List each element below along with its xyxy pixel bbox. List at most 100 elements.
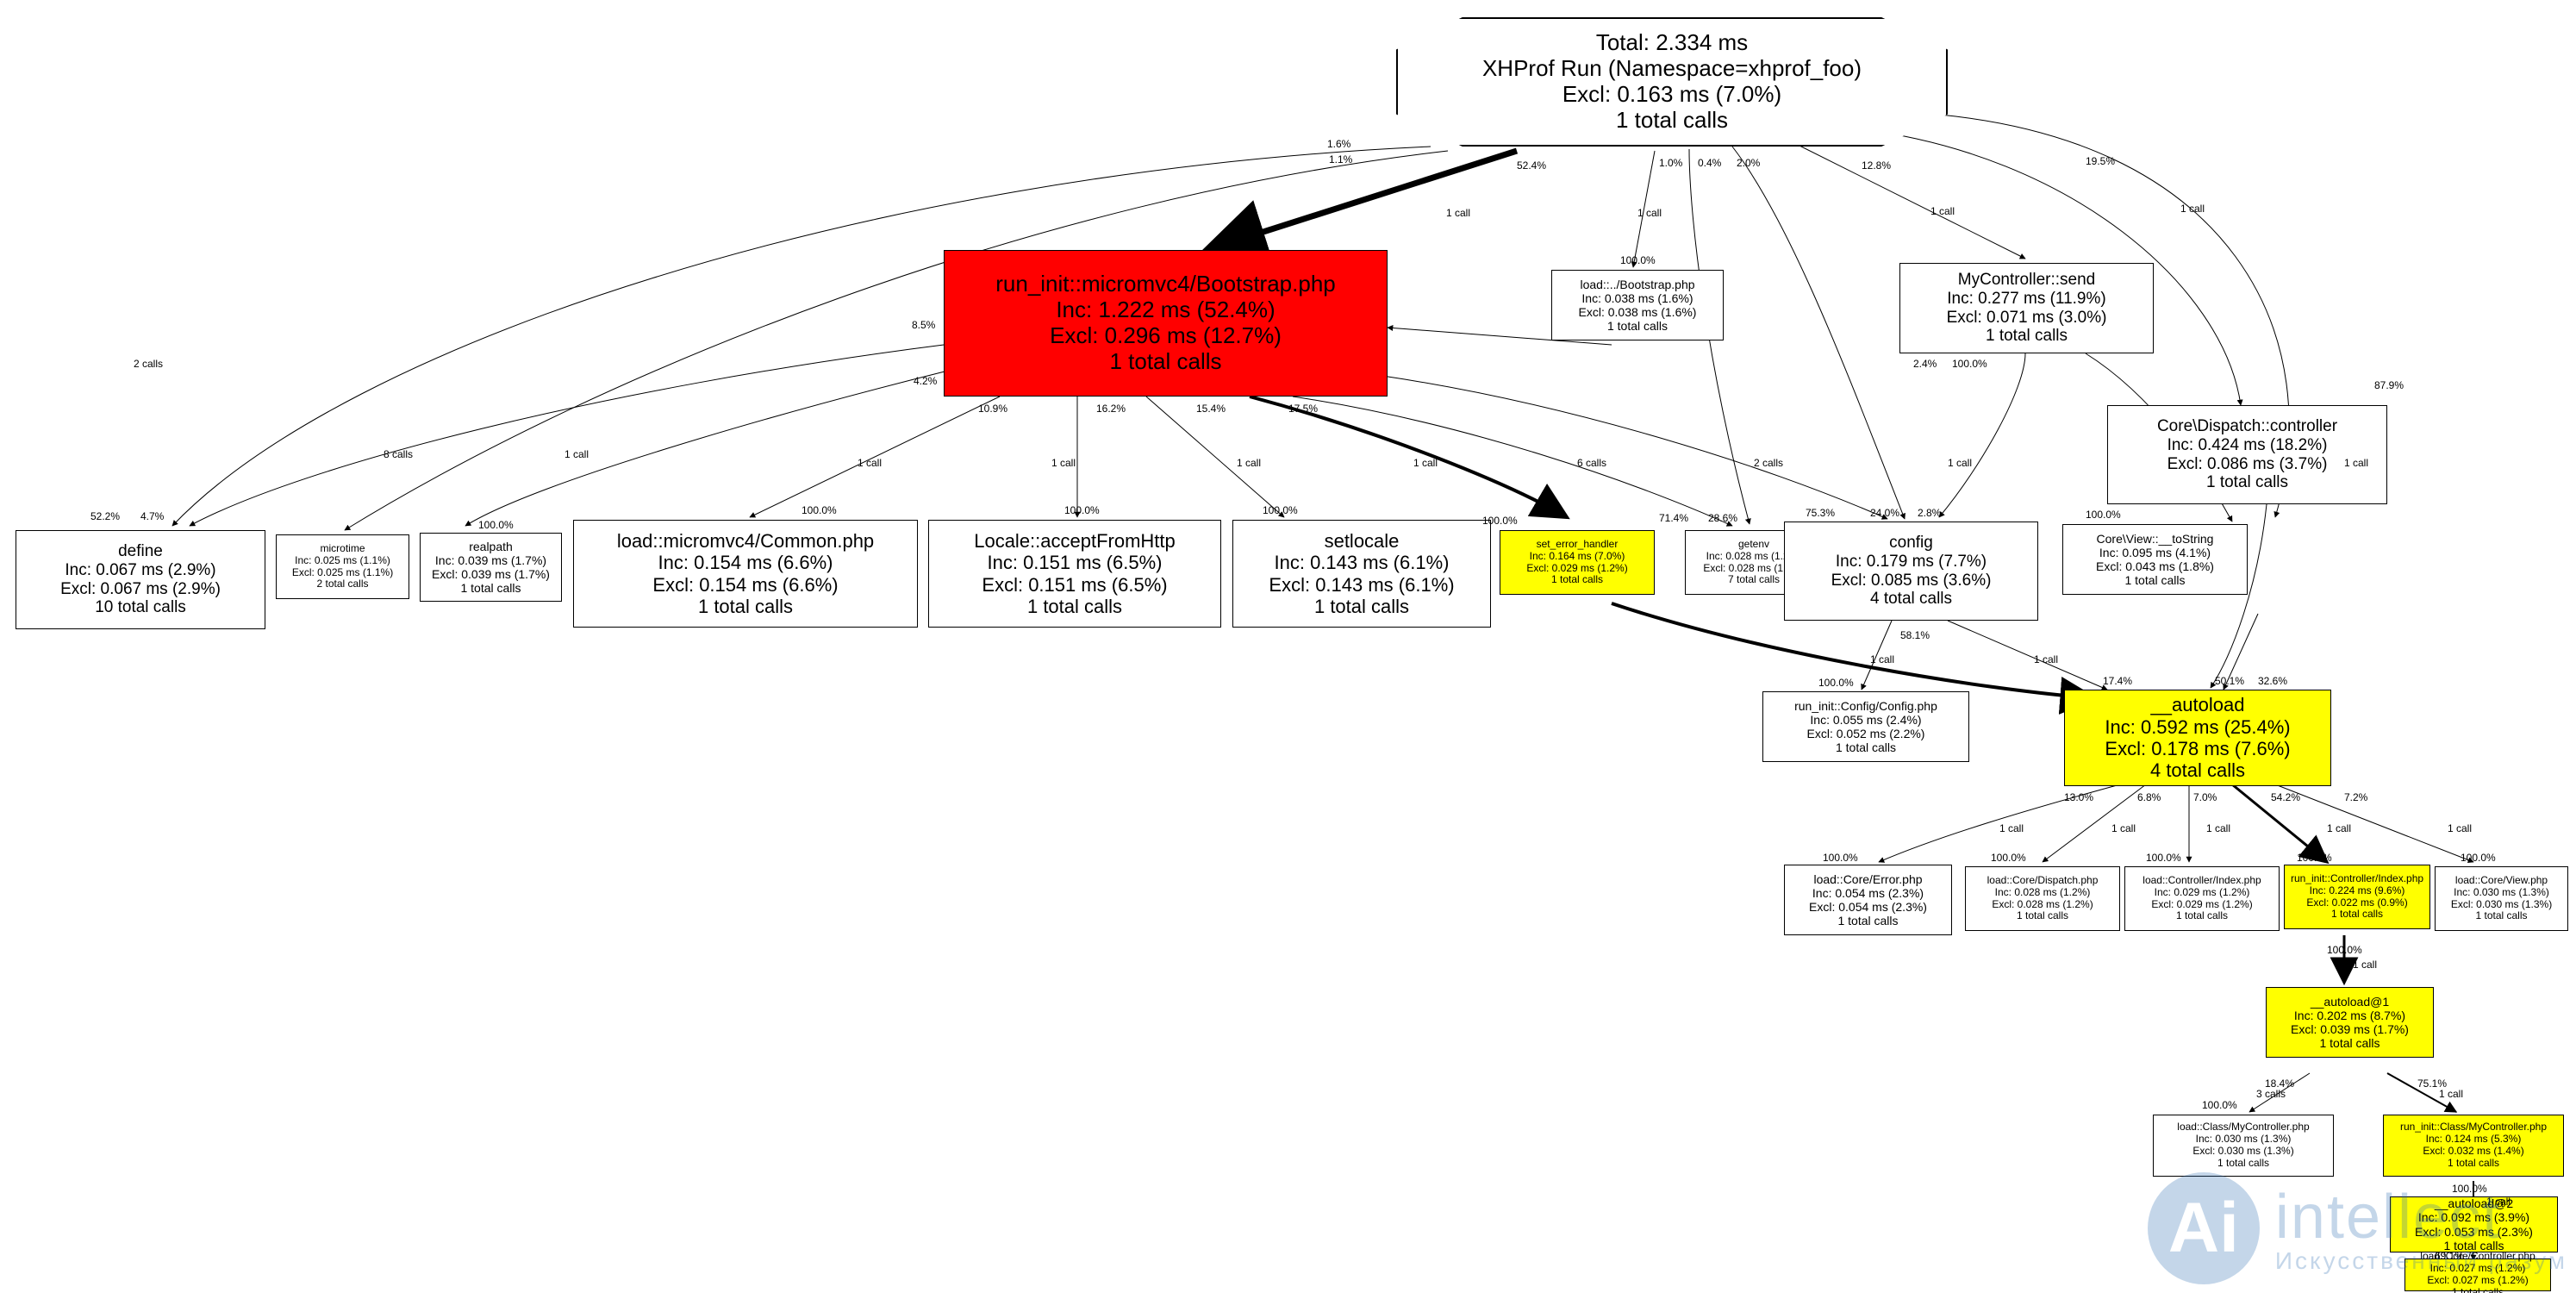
edge-label: 1 call	[1870, 653, 1894, 665]
bootstrap-node[interactable]: run_init::micromvc4/Bootstrap.php Inc: 1…	[944, 250, 1388, 397]
load-common-node[interactable]: load::micromvc4/Common.phpInc: 0.154 ms …	[573, 520, 918, 628]
autoload-node[interactable]: __autoloadInc: 0.592 ms (25.4%)Excl: 0.1…	[2064, 690, 2331, 786]
edge-label: 4.7%	[140, 510, 164, 522]
edge-label: 1 call	[2344, 457, 2368, 469]
edge-label: 1 call	[2439, 1088, 2463, 1100]
edge-label: 1 call	[858, 457, 882, 469]
edge-label: 1 call	[2206, 822, 2230, 834]
xhprof-callgraph: Total: 2.334 ms XHProf Run (Namespace=xh…	[0, 0, 2576, 1293]
watermark-icon: Ai	[2148, 1172, 2260, 1284]
edge-label: 1 call	[2034, 653, 2058, 665]
dispatch-controller-node[interactable]: Core\Dispatch::controller Inc: 0.424 ms …	[2107, 405, 2387, 504]
edge-label: 7.0%	[2193, 791, 2217, 803]
edge-label: 50.1%	[2215, 675, 2244, 687]
root-l2: XHProf Run (Namespace=xhprof_foo)	[1482, 56, 1862, 82]
locale-accept-node[interactable]: Locale::acceptFromHttpInc: 0.151 ms (6.5…	[928, 520, 1221, 628]
load-core-controller-node[interactable]: load::Core/Controller.phpInc: 0.027 ms (…	[2404, 1259, 2551, 1291]
edge-label: 1 call	[564, 448, 589, 460]
edge-label: 100.0%	[2202, 1099, 2237, 1111]
edge-label: 2 calls	[1754, 457, 1783, 469]
define-node[interactable]: defineInc: 0.067 ms (2.9%)Excl: 0.067 ms…	[16, 530, 265, 629]
edge-label: 1.1%	[1329, 153, 1352, 166]
edge-label: 7.2%	[2344, 791, 2367, 803]
edge-label: 71.4%	[1659, 512, 1688, 524]
edge-label: 2.8%	[1918, 507, 1941, 519]
root-l1: Total: 2.334 ms	[1596, 30, 1748, 56]
load-class-mycontroller-node[interactable]: load::Class/MyController.phpInc: 0.030 m…	[2153, 1115, 2334, 1177]
edge-label: 100.0%	[478, 519, 514, 531]
edge-label: 1 call	[2180, 203, 2205, 215]
autoload1-node[interactable]: __autoload@1Inc: 0.202 ms (8.7%)Excl: 0.…	[2266, 987, 2434, 1058]
edge-label: 75.3%	[1806, 507, 1835, 519]
edge-label: 52.4%	[1517, 159, 1546, 172]
edge-label: 1 call	[2448, 822, 2472, 834]
load-controller-index-node[interactable]: load::Controller/Index.phpInc: 0.029 ms …	[2124, 866, 2280, 931]
edge-label: 1 call	[1637, 207, 1662, 219]
edge-label: 1 call	[1930, 205, 1955, 217]
edge-label: 100.0%	[1952, 358, 1987, 370]
autoload2-node[interactable]: __autoload@2Inc: 0.092 ms (3.9%)Excl: 0.…	[2390, 1196, 2558, 1252]
edge-label: 32.6%	[2258, 675, 2287, 687]
set-error-handler-node[interactable]: set_error_handlerInc: 0.164 ms (7.0%)Exc…	[1500, 530, 1655, 595]
runinit-controller-index-node[interactable]: run_init::Controller/Index.phpInc: 0.224…	[2284, 865, 2430, 929]
edge-label: 52.2%	[90, 510, 120, 522]
edge-label: 6.8%	[2137, 791, 2161, 803]
edge-label: 8 calls	[384, 448, 413, 460]
edge-label: 1 call	[1237, 457, 1261, 469]
edge-label: 2.4%	[1913, 358, 1937, 370]
edge-label: 2 calls	[134, 358, 163, 370]
edge-label: 87.9%	[2374, 379, 2404, 391]
edge-label: 100.0%	[801, 504, 837, 516]
runinit-config-node[interactable]: run_init::Config/Config.phpInc: 0.055 ms…	[1762, 691, 1969, 762]
root-node[interactable]: Total: 2.334 ms XHProf Run (Namespace=xh…	[1396, 17, 1948, 147]
edge-label: 1 call	[2111, 822, 2136, 834]
edge-label: 3 calls	[2256, 1088, 2286, 1100]
load-bootstrap-node[interactable]: load::../Bootstrap.php Inc: 0.038 ms (1.…	[1551, 270, 1724, 340]
load-core-view-node[interactable]: load::Core/View.phpInc: 0.030 ms (1.3%)E…	[2435, 866, 2568, 931]
edge-label: 17.4%	[2103, 675, 2132, 687]
edge-label: 24.0%	[1870, 507, 1899, 519]
edge-label: 28.6%	[1708, 512, 1737, 524]
load-core-dispatch-node[interactable]: load::Core/Dispatch.phpInc: 0.028 ms (1.…	[1965, 866, 2120, 931]
config-node[interactable]: configInc: 0.179 ms (7.7%)Excl: 0.085 ms…	[1784, 522, 2038, 621]
edge-label: 100.0%	[1991, 852, 2026, 864]
edge-label: 1 call	[2353, 959, 2377, 971]
edge-label: 54.2%	[2271, 791, 2300, 803]
edges-layer	[0, 0, 2576, 1293]
edge-label: 100.0%	[1620, 254, 1656, 266]
edge-label: 15.4%	[1196, 403, 1226, 415]
load-core-error-node[interactable]: load::Core/Error.phpInc: 0.054 ms (2.3%)…	[1784, 865, 1952, 935]
edge-label: 100.0%	[2146, 852, 2181, 864]
edge-label: 58.1%	[1900, 629, 1930, 641]
edge-label: 10.9%	[978, 403, 1007, 415]
edge-label: 1 call	[2486, 1196, 2511, 1208]
edge-label: 1 call	[1051, 457, 1076, 469]
runinit-class-mycontroller-node[interactable]: run_init::Class/MyController.phpInc: 0.1…	[2383, 1115, 2564, 1177]
microtime-node[interactable]: microtimeInc: 0.025 ms (1.1%)Excl: 0.025…	[276, 534, 409, 599]
edge-label: 12.8%	[1862, 159, 1891, 172]
edge-label: 1.0%	[1659, 157, 1682, 169]
edge-label: 6 calls	[1577, 457, 1606, 469]
root-l3: Excl: 0.163 ms (7.0%)	[1562, 82, 1781, 108]
edge-label: 100.0%	[1818, 677, 1854, 689]
edge-label: 4.2%	[914, 375, 937, 387]
edge-label: 100.0%	[1482, 515, 1518, 527]
edge-label: 0.4%	[1698, 157, 1721, 169]
edge-label: 2.0%	[1737, 157, 1760, 169]
edge-label: 1 call	[1948, 457, 1972, 469]
root-l4: 1 total calls	[1616, 108, 1728, 134]
edge-label: 100.0%	[1263, 504, 1298, 516]
edge-label: 1 call	[1446, 207, 1470, 219]
edge-label: 1.6%	[1327, 138, 1350, 150]
edge-label: 69.1%	[2435, 1250, 2464, 1262]
edge-label: 1 call	[2327, 822, 2351, 834]
realpath-node[interactable]: realpathInc: 0.039 ms (1.7%)Excl: 0.039 …	[420, 533, 562, 602]
view-tostring-node[interactable]: Core\View::__toStringInc: 0.095 ms (4.1%…	[2062, 524, 2248, 595]
edge-label: 100.0%	[2452, 1183, 2487, 1195]
edge-label: 100.0%	[1064, 504, 1100, 516]
edge-label: 19.5%	[2086, 155, 2115, 167]
edge-label: 100.0%	[2461, 852, 2496, 864]
edge-label: 100.0%	[2086, 509, 2121, 521]
mycontroller-send-node[interactable]: MyController::send Inc: 0.277 ms (11.9%)…	[1899, 263, 2154, 353]
setlocale-node[interactable]: setlocaleInc: 0.143 ms (6.1%)Excl: 0.143…	[1232, 520, 1491, 628]
